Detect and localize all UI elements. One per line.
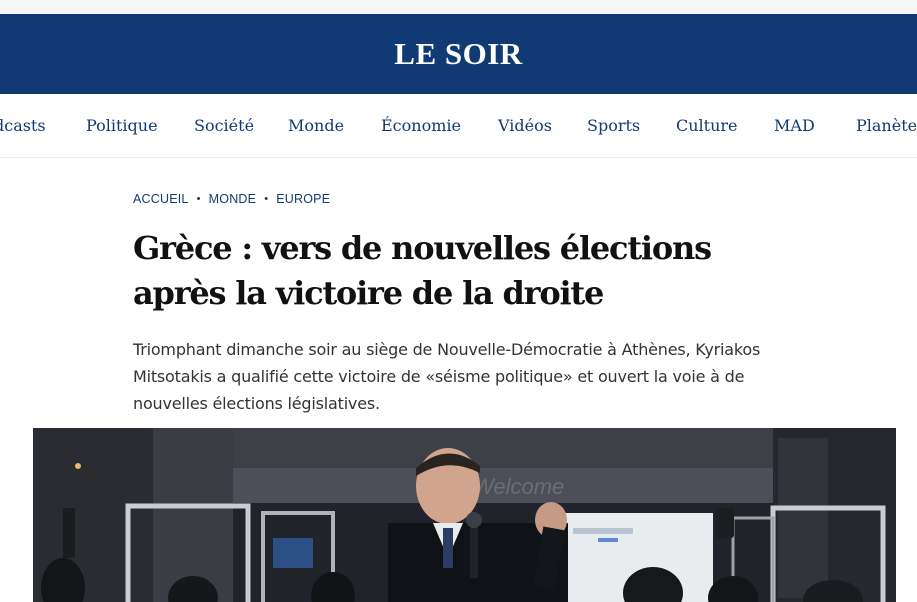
site-logo[interactable]: LE SOIR bbox=[394, 36, 522, 72]
nav-item-monde[interactable]: Monde bbox=[288, 116, 344, 135]
nav-item-culture[interactable]: Culture bbox=[676, 116, 738, 135]
breadcrumb-monde[interactable]: MONDE bbox=[209, 192, 257, 206]
article: ACCUEIL • MONDE • EUROPE Grèce : vers de… bbox=[133, 192, 793, 417]
article-headline: Grèce : vers de nouvelles élections aprè… bbox=[133, 229, 712, 312]
nav-item-podcasts[interactable]: dcasts bbox=[0, 116, 46, 135]
masthead: LE SOIR bbox=[0, 14, 917, 94]
nav-item-societe[interactable]: Société bbox=[194, 116, 254, 135]
main-nav: dcasts Politique Société Monde Économie … bbox=[0, 94, 917, 158]
nav-item-videos[interactable]: Vidéos bbox=[498, 116, 552, 135]
nav-item-economie[interactable]: Économie bbox=[381, 116, 461, 135]
breadcrumb-accueil[interactable]: ACCUEIL bbox=[133, 192, 189, 206]
breadcrumb-europe[interactable]: EUROPE bbox=[276, 192, 330, 206]
photo-illustration: Welcome bbox=[33, 428, 896, 602]
article-photo[interactable]: Welcome bbox=[33, 428, 896, 602]
breadcrumb: ACCUEIL • MONDE • EUROPE bbox=[133, 192, 793, 206]
welcome-sign-text: Welcome bbox=[473, 474, 564, 499]
breadcrumb-separator: • bbox=[196, 193, 201, 205]
nav-item-politique[interactable]: Politique bbox=[86, 116, 158, 135]
breadcrumb-separator: • bbox=[264, 193, 269, 205]
article-lede: Triomphant dimanche soir au siège de Nou… bbox=[133, 340, 761, 413]
nav-item-sports[interactable]: Sports bbox=[587, 116, 640, 135]
nav-item-mad[interactable]: MAD bbox=[774, 116, 815, 135]
top-strip bbox=[0, 0, 917, 14]
nav-item-planete[interactable]: Planète bbox=[856, 116, 917, 135]
